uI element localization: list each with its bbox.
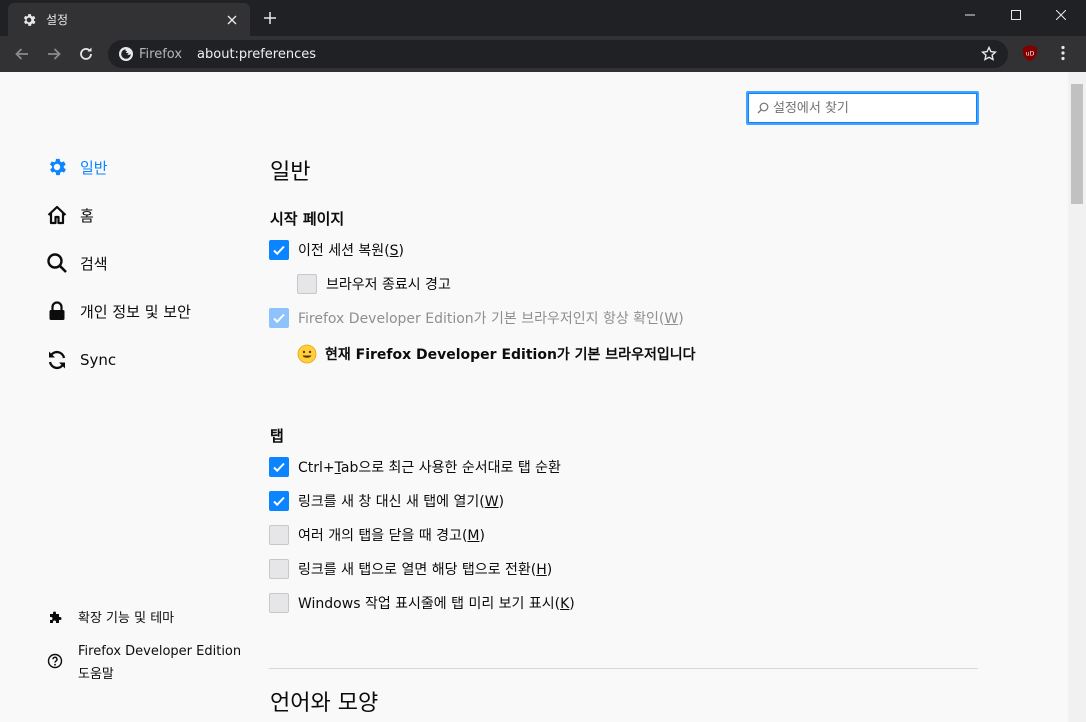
minimize-icon[interactable] (947, 0, 993, 30)
startup-heading: 시작 페이지 (270, 210, 345, 228)
search-preferences-input[interactable] (773, 100, 968, 116)
warn-on-close-checkbox[interactable] (269, 525, 289, 545)
checkmark-icon (273, 245, 285, 256)
help-icon (46, 652, 64, 670)
ctrl-tab-option[interactable]: Ctrl+Tab으로 최근 사용한 순서대로 탭 순환 (269, 457, 561, 477)
sidebar-item-general[interactable]: 일반 (46, 156, 108, 178)
warn-on-quit-checkbox[interactable] (297, 274, 317, 294)
tab-settings[interactable]: 설정 (8, 3, 250, 36)
taskbar-previews-label: Windows 작업 표시줄에 탭 미리 보기 표시(K) (298, 596, 575, 612)
sidebar-item-label: 개인 정보 및 보안 (80, 302, 191, 321)
search-icon (46, 252, 68, 274)
sidebar-footer-help[interactable]: Firefox Developer Edition 도움말 (46, 640, 241, 686)
sidebar-item-privacy[interactable]: 개인 정보 및 보안 (46, 300, 191, 322)
check-default-browser-option: Firefox Developer Edition가 기본 브라우저인지 항상 … (269, 308, 684, 328)
sidebar-item-label: 검색 (80, 254, 108, 273)
sidebar-item-search[interactable]: 검색 (46, 252, 108, 274)
default-browser-status: 현재 Firefox Developer Edition가 기본 브라우저입니다 (297, 344, 695, 364)
default-browser-message: 현재 Firefox Developer Edition가 기본 브라우저입니다 (325, 347, 696, 363)
open-links-in-tabs-option[interactable]: 링크를 새 창 대신 새 탭에 열기(W) (269, 491, 504, 511)
firefox-logo-icon (118, 46, 134, 62)
section-divider (269, 668, 978, 669)
tabs-heading: 탭 (270, 427, 284, 445)
check-default-browser-checkbox (269, 308, 289, 328)
identity-label: Firefox (139, 46, 183, 62)
help-link-line2: 도움말 (78, 667, 114, 682)
close-window-icon[interactable] (1038, 0, 1084, 30)
open-links-in-tabs-checkbox[interactable] (269, 491, 289, 511)
restore-session-checkbox[interactable] (269, 240, 289, 260)
sidebar-item-label: 홈 (80, 206, 94, 225)
gear-icon (21, 12, 37, 28)
preferences-page: 일반 홈 검색 개인 정보 및 보안 Sync 확장 기능 및 테마 (0, 72, 1068, 722)
sidebar-item-label: Sync (80, 351, 117, 369)
restore-session-option[interactable]: 이전 세션 복원(S) (269, 240, 404, 260)
forward-icon[interactable] (42, 42, 66, 66)
sidebar-item-sync[interactable]: Sync (46, 349, 116, 371)
addons-link: 확장 기능 및 테마 (78, 611, 175, 626)
taskbar-previews-checkbox[interactable] (269, 593, 289, 613)
switch-to-new-tab-checkbox[interactable] (269, 559, 289, 579)
checkmark-icon (273, 462, 285, 473)
menu-dots-icon[interactable] (1055, 44, 1071, 62)
warn-on-quit-option[interactable]: 브라우저 종료시 경고 (297, 274, 451, 294)
address-bar[interactable]: Firefox about:preferences (108, 40, 1008, 68)
lock-icon (46, 300, 68, 322)
switch-to-new-tab-label: 링크를 새 탭으로 열면 해당 탭으로 전환(H) (298, 562, 553, 578)
tab-title: 설정 (46, 13, 69, 27)
switch-to-new-tab-option[interactable]: 링크를 새 탭으로 열면 해당 탭으로 전환(H) (269, 559, 552, 579)
warn-on-close-label: 여러 개의 탭을 닫을 때 경고(M) (298, 528, 485, 544)
firefox-identity[interactable]: Firefox (118, 46, 182, 62)
page-title: 일반 (270, 160, 311, 185)
bookmark-star-icon[interactable] (980, 45, 998, 63)
language-appearance-heading: 언어와 모양 (270, 691, 379, 716)
ctrl-tab-label: Ctrl+Tab으로 최근 사용한 순서대로 탭 순환 (298, 460, 561, 476)
title-bar: 설정 (0, 0, 1086, 36)
help-link-line1: Firefox Developer Edition (78, 644, 242, 659)
sidebar-item-home[interactable]: 홈 (46, 204, 94, 226)
warn-on-quit-label: 브라우저 종료시 경고 (326, 277, 451, 293)
restore-session-label: 이전 세션 복원(S) (298, 243, 405, 259)
back-icon[interactable] (10, 42, 34, 66)
search-preferences-field[interactable] (746, 91, 979, 125)
scrollbar-thumb[interactable] (1071, 84, 1083, 204)
page-scrollbar[interactable] (1068, 72, 1086, 722)
new-tab-icon[interactable] (260, 8, 280, 28)
check-default-browser-label: Firefox Developer Edition가 기본 브라우저인지 항상 … (298, 311, 684, 327)
url-text[interactable]: about:preferences (197, 47, 980, 62)
puzzle-icon (46, 608, 64, 626)
ublock-extension-icon[interactable]: uD (1021, 44, 1039, 62)
ctrl-tab-checkbox[interactable] (269, 457, 289, 477)
smiley-icon (297, 344, 317, 364)
warn-on-close-option[interactable]: 여러 개의 탭을 닫을 때 경고(M) (269, 525, 485, 545)
reload-icon[interactable] (74, 42, 98, 66)
navigation-toolbar: Firefox about:preferences uD (0, 36, 1086, 72)
checkmark-icon (273, 496, 285, 507)
home-icon (46, 204, 68, 226)
maximize-icon[interactable] (993, 0, 1039, 30)
checkmark-icon (273, 313, 285, 324)
sync-icon (46, 349, 68, 371)
help-link: Firefox Developer Edition 도움말 (78, 640, 241, 686)
taskbar-previews-option[interactable]: Windows 작업 표시줄에 탭 미리 보기 표시(K) (269, 593, 575, 613)
close-tab-icon[interactable] (224, 12, 240, 28)
svg-text:uD: uD (1026, 51, 1035, 58)
gear-icon (46, 156, 68, 178)
sidebar-footer-addons[interactable]: 확장 기능 및 테마 (46, 607, 174, 630)
search-icon (757, 102, 769, 114)
sidebar-item-label: 일반 (80, 158, 108, 177)
open-links-in-tabs-label: 링크를 새 창 대신 새 탭에 열기(W) (298, 494, 505, 510)
